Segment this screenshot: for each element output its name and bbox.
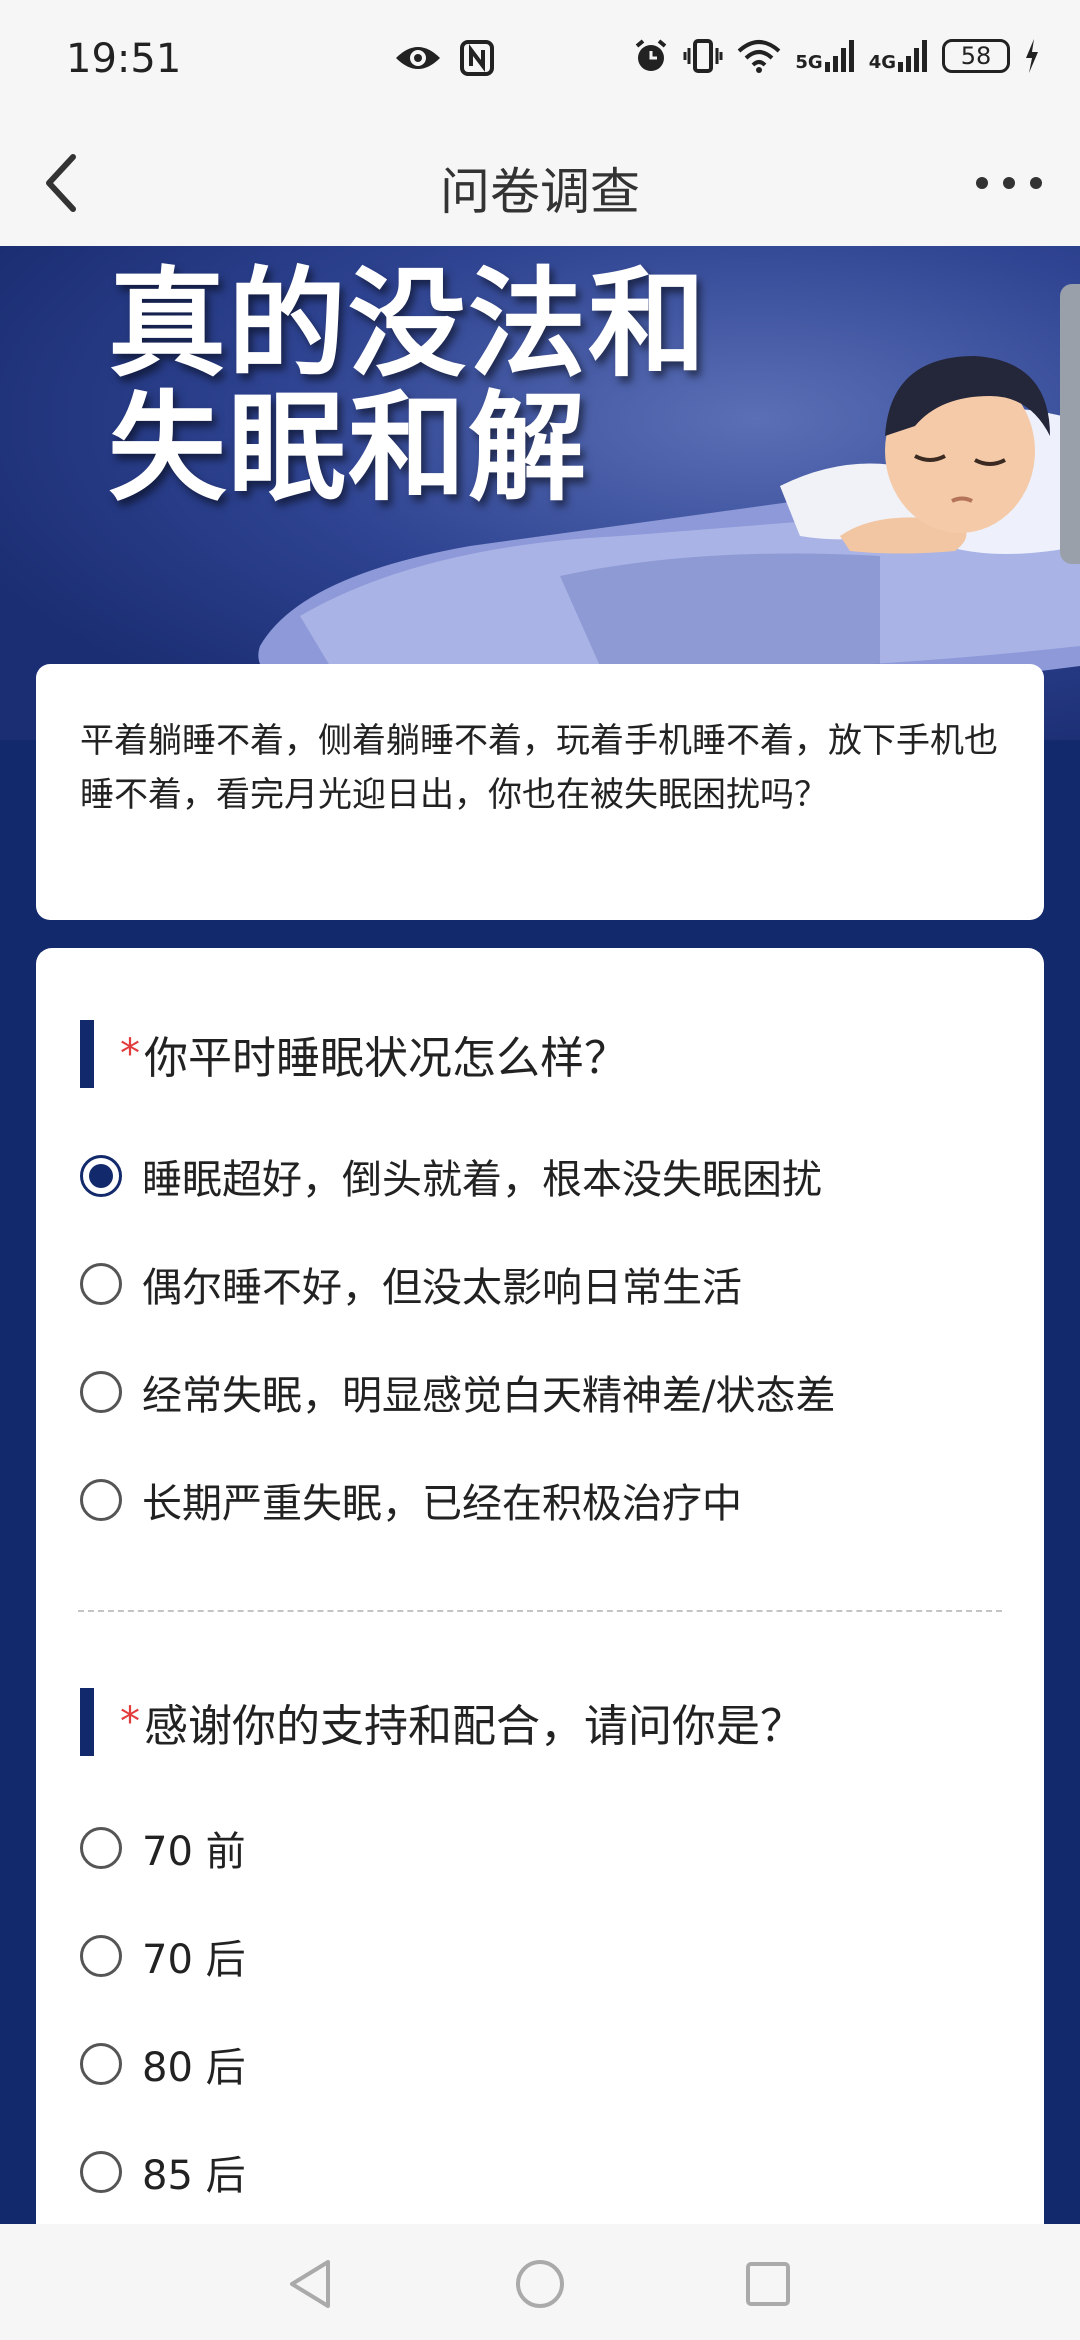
network-label-2: 4G [868, 52, 896, 73]
question-2-title: 感谢你的支持和配合，请问你是？ [144, 1701, 804, 1752]
page-title: 问卷调查 [440, 163, 640, 221]
question-accent-bar [80, 1020, 94, 1088]
more-dots-icon [976, 177, 1042, 189]
status-right-icons: 5G 4G 58 [633, 38, 1040, 74]
wifi-icon [738, 40, 781, 73]
eye-icon [396, 47, 440, 69]
option-label: 偶尔睡不好，但没太影响日常生活 [142, 1265, 742, 1311]
more-options-button[interactable] [964, 148, 1054, 218]
required-mark: * [120, 1031, 140, 1077]
questions-card: * 你平时睡眠状况怎么样？ 睡眠超好，倒头就着，根本没失眠困扰 偶尔睡不好，但没… [36, 948, 1044, 2228]
radio-button[interactable] [80, 2151, 122, 2193]
back-triangle-icon [290, 2260, 330, 2308]
question-2-option-2[interactable]: 70 后 [80, 1926, 246, 1986]
question-1-title: 你平时睡眠状况怎么样？ [144, 1033, 628, 1084]
signal-5g: 5G [795, 40, 854, 72]
question-2-header: * 感谢你的支持和配合，请问你是？ [80, 1688, 804, 1756]
banner-title-line2: 失眠和解 [108, 379, 589, 517]
system-navigation-bar [0, 2224, 1080, 2340]
option-label: 70 后 [142, 1937, 246, 1983]
banner-title: 真的没法和 失眠和解 [108, 262, 708, 510]
status-time: 19:51 [66, 36, 182, 82]
system-recents-button[interactable] [738, 2254, 798, 2314]
question-2-option-3[interactable]: 80 后 [80, 2034, 246, 2094]
radio-button[interactable] [80, 2043, 122, 2085]
option-label: 睡眠超好，倒头就着，根本没失眠困扰 [142, 1157, 822, 1203]
battery-indicator: 58 [942, 39, 1010, 73]
option-label: 长期严重失眠，已经在积极治疗中 [142, 1481, 742, 1527]
question-2-option-1[interactable]: 70 前 [80, 1818, 246, 1878]
option-label: 70 前 [142, 1829, 246, 1875]
home-circle-icon [516, 2260, 564, 2308]
intro-card: 平着躺睡不着，侧着躺睡不着，玩着手机睡不着，放下手机也睡不着，看完月光迎日出，你… [36, 664, 1044, 920]
question-1-option-4[interactable]: 长期严重失眠，已经在积极治疗中 [80, 1470, 742, 1530]
question-1-option-1[interactable]: 睡眠超好，倒头就着，根本没失眠困扰 [80, 1146, 822, 1206]
radio-button[interactable] [80, 1935, 122, 1977]
banner-title-line1: 真的没法和 [108, 255, 709, 393]
recents-square-icon [746, 2262, 790, 2306]
alarm-icon [636, 39, 667, 71]
option-label: 85 后 [142, 2153, 246, 2199]
radio-button-selected[interactable] [80, 1155, 122, 1197]
charging-icon [1026, 39, 1038, 73]
radio-button[interactable] [80, 1263, 122, 1305]
question-accent-bar [80, 1688, 94, 1756]
nfc-icon [460, 40, 494, 76]
option-label: 80 后 [142, 2045, 246, 2091]
question-2-option-4[interactable]: 85 后 [80, 2142, 246, 2202]
status-bar: 19:51 5G 4G 58 [0, 0, 1080, 120]
option-label: 经常失眠，明显感觉白天精神差/状态差 [142, 1373, 836, 1419]
signal-icon [898, 40, 927, 72]
signal-4g: 4G [869, 40, 928, 72]
question-divider [78, 1610, 1002, 1612]
system-home-button[interactable] [510, 2254, 570, 2314]
network-label-1: 5G [795, 52, 823, 73]
intro-text: 平着躺睡不着，侧着躺睡不着，玩着手机睡不着，放下手机也睡不着，看完月光迎日出，你… [80, 721, 998, 815]
signal-icon [824, 40, 854, 72]
vibrate-icon [683, 39, 723, 73]
radio-button[interactable] [80, 1371, 122, 1413]
system-back-button[interactable] [280, 2254, 340, 2314]
required-mark: * [120, 1699, 140, 1745]
radio-button[interactable] [80, 1827, 122, 1869]
radio-button[interactable] [80, 1479, 122, 1521]
question-1-header: * 你平时睡眠状况怎么样？ [80, 1020, 628, 1088]
app-header: 问卷调查 [0, 120, 1080, 246]
question-1-option-3[interactable]: 经常失眠，明显感觉白天精神差/状态差 [80, 1362, 835, 1422]
question-1-option-2[interactable]: 偶尔睡不好，但没太影响日常生活 [80, 1254, 742, 1314]
scroll-handle[interactable] [1060, 284, 1080, 564]
status-mid-icons [394, 40, 494, 76]
